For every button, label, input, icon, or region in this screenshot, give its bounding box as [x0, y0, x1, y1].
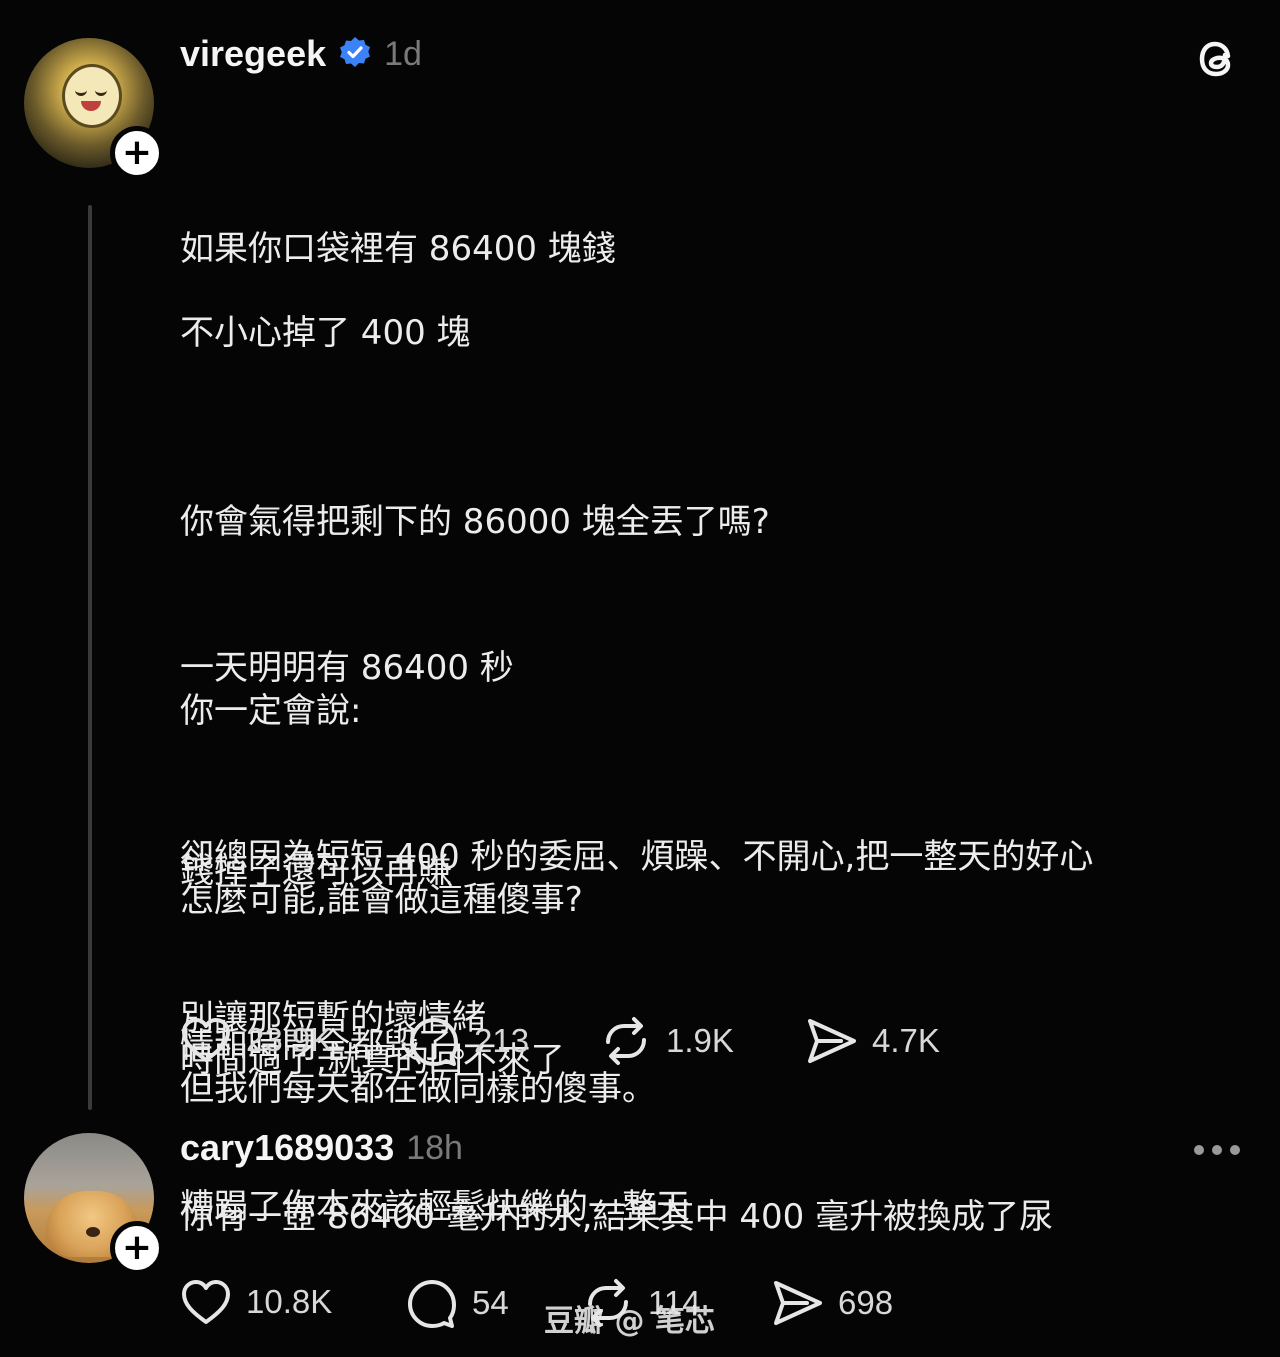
watermark: 豆瓣 @ 笔芯	[544, 1304, 715, 1339]
post-time: 1d	[384, 34, 422, 73]
comment-bubble-icon	[410, 1018, 458, 1066]
follow-button[interactable]: +	[110, 1221, 164, 1275]
reply-button[interactable]: 54	[406, 1278, 509, 1328]
share-count: 698	[838, 1284, 894, 1321]
like-count: 10.8K	[246, 1283, 333, 1320]
post-header: viregeek 1d	[180, 30, 422, 78]
threads-logo-icon[interactable]	[1192, 34, 1242, 84]
repost-button[interactable]: 1.9K	[600, 1016, 734, 1066]
follow-button[interactable]: +	[110, 126, 164, 180]
post-line: 不小心掉了 400 塊	[180, 313, 471, 353]
reply-count: 54	[472, 1284, 509, 1321]
like-button[interactable]: 10.8K	[180, 1278, 332, 1326]
like-button[interactable]: 23.9K	[180, 1016, 332, 1064]
repost-count: 1.9K	[666, 1022, 734, 1059]
verified-badge-icon	[338, 35, 372, 73]
share-count: 4.7K	[872, 1022, 940, 1059]
heart-icon	[182, 1280, 230, 1324]
like-count: 23.9K	[246, 1021, 333, 1058]
thread-line	[88, 205, 92, 1110]
share-button[interactable]: 698	[772, 1278, 893, 1328]
more-options-icon[interactable]	[1194, 1140, 1242, 1160]
reply-text: 你有一壺 86400 毫升的水,結果其中 400 毫升被換成了尿	[180, 1197, 1054, 1237]
comment-bubble-icon	[408, 1280, 456, 1328]
username[interactable]: viregeek	[180, 33, 326, 75]
reply-count: 213	[474, 1022, 530, 1059]
send-icon	[808, 1019, 856, 1063]
repost-icon	[606, 1017, 646, 1065]
reply-header: cary1689033 18h	[180, 1124, 463, 1172]
username[interactable]: cary1689033	[180, 1127, 394, 1169]
reply-button[interactable]: 213	[408, 1016, 529, 1066]
share-button[interactable]: 4.7K	[806, 1016, 940, 1066]
send-icon	[774, 1281, 822, 1325]
heart-icon	[182, 1018, 230, 1062]
reply-time: 18h	[406, 1128, 463, 1167]
post-line: 一天明明有 86400 秒	[180, 648, 514, 688]
